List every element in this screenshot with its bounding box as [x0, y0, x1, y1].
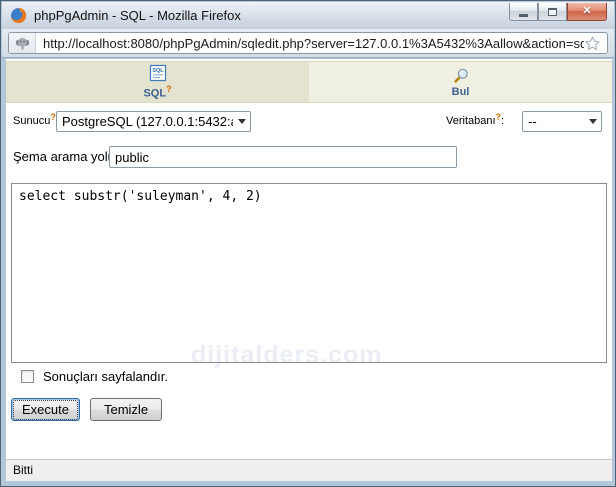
button-row: Execute Temizle — [11, 398, 163, 421]
database-select-arrow — [584, 112, 601, 131]
tab-sql[interactable]: SQL SQL? — [6, 62, 309, 102]
star-icon[interactable] — [584, 35, 601, 52]
execute-button[interactable]: Execute — [11, 398, 80, 421]
tab-find[interactable]: Bul — [309, 62, 612, 102]
minimize-button[interactable] — [509, 3, 538, 21]
paginate-label: Sonuçları sayfalandır. — [43, 369, 169, 384]
database-help-link[interactable]: ? — [496, 112, 502, 122]
database-select[interactable]: -- — [522, 111, 602, 132]
close-button[interactable]: ✕ — [567, 3, 607, 21]
server-select[interactable]: PostgreSQL (127.0.0.1:5432:allow) — [56, 111, 251, 132]
minimize-icon — [519, 14, 528, 17]
tab-find-label: Bul — [451, 85, 470, 98]
firefox-icon — [11, 7, 27, 24]
magnifier-icon — [453, 68, 468, 83]
paginate-row: Sonuçları sayfalandır. — [21, 369, 168, 384]
restore-button[interactable] — [538, 3, 567, 21]
database-label: Veritabanı?: — [446, 112, 505, 127]
schema-search-path-input[interactable] — [109, 146, 457, 168]
sql-document-icon: SQL — [149, 65, 166, 82]
paginate-checkbox[interactable] — [21, 370, 34, 383]
restore-icon — [548, 7, 557, 16]
sql-help-link[interactable]: ? — [166, 84, 172, 94]
tab-sql-label: SQL? — [143, 84, 172, 100]
window-controls: ✕ — [509, 3, 607, 21]
chevron-down-icon — [237, 119, 246, 124]
navigation-toolbar: http://localhost:8080/phpPgAdmin/sqledit… — [2, 29, 614, 58]
server-label: Sunucu?: — [13, 112, 59, 127]
site-identity-button[interactable] — [9, 33, 36, 53]
postgresql-elephant-icon — [15, 37, 29, 50]
tab-strip: SQL SQL? Bul — [6, 61, 612, 103]
server-select-arrow — [233, 112, 250, 131]
clear-button[interactable]: Temizle — [89, 398, 163, 421]
address-input[interactable]: http://localhost:8080/phpPgAdmin/sqledit… — [36, 36, 584, 51]
server-help-link[interactable]: ? — [50, 112, 56, 122]
server-select-value: PostgreSQL (127.0.0.1:5432:allow) — [62, 114, 233, 129]
titlebar: phpPgAdmin - SQL - Mozilla Firefox ✕ — [2, 2, 614, 29]
status-text: Bitti — [13, 463, 34, 477]
svg-text:SQL: SQL — [152, 68, 164, 74]
window-title: phpPgAdmin - SQL - Mozilla Firefox — [34, 8, 241, 23]
database-select-value: -- — [528, 114, 537, 129]
page-content: SQL SQL? Bul Sunucu?: PostgreSQL (127.0.… — [6, 59, 612, 459]
close-icon: ✕ — [582, 5, 592, 17]
schema-label: Şema arama yolu?: — [13, 146, 124, 169]
chevron-down-icon — [588, 119, 597, 124]
status-bar: Bitti — [6, 459, 612, 481]
firefox-window: phpPgAdmin - SQL - Mozilla Firefox ✕ htt… — [0, 0, 616, 487]
sql-query-textarea[interactable]: select substr('suleyman', 4, 2) — [11, 183, 607, 363]
address-bar[interactable]: http://localhost:8080/phpPgAdmin/sqledit… — [8, 32, 608, 54]
